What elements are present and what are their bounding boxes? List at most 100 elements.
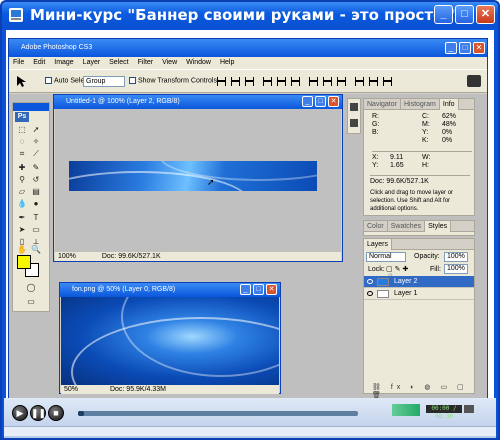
distribute-top-icon[interactable]	[309, 77, 318, 86]
zoom-tool-icon[interactable]: 🔍	[31, 245, 41, 255]
fill-label: Fill:	[430, 266, 441, 273]
menu-help[interactable]: Help	[220, 59, 234, 66]
visibility-eye-icon[interactable]	[367, 291, 373, 296]
ps-minimize-button[interactable]: _	[445, 42, 457, 54]
hand-tool-icon[interactable]: ✋	[17, 245, 27, 255]
menu-image[interactable]: Image	[54, 59, 73, 66]
photoshop-window: Adobe Photoshop CS3 _ □ ✕ File Edit Imag…	[8, 38, 488, 399]
photoshop-logo[interactable]: Ps	[15, 112, 29, 122]
history-brush-icon[interactable]: ↺	[31, 175, 41, 185]
menu-filter[interactable]: Filter	[138, 59, 154, 66]
menu-edit[interactable]: Edit	[33, 59, 45, 66]
menu-layer[interactable]: Layer	[83, 59, 101, 66]
doc-minimize-button[interactable]: _	[240, 284, 251, 295]
healing-brush-icon[interactable]: ✚	[17, 163, 27, 173]
tool-presets-icon[interactable]	[350, 119, 358, 127]
tab-color[interactable]: Color	[364, 221, 388, 232]
window-title: Мини-курс "Баннер своими руками - это пр…	[2, 2, 498, 28]
layer-thumbnail	[377, 278, 389, 286]
layer-row-layer1[interactable]: Layer 1	[364, 288, 474, 300]
tab-layers[interactable]: Layers	[364, 239, 393, 250]
gradient-tool-icon[interactable]: ▤	[31, 187, 41, 197]
close-button[interactable]: ✕	[476, 5, 495, 24]
menu-file[interactable]: File	[13, 59, 24, 66]
foreground-color-swatch[interactable]	[17, 255, 31, 269]
ps-maximize-button[interactable]: □	[459, 42, 471, 54]
tab-swatches[interactable]: Swatches	[388, 221, 426, 232]
tab-histogram[interactable]: Histogram	[401, 99, 440, 110]
layers-panel-tabs: Layers	[364, 239, 474, 250]
tab-navigator[interactable]: Navigator	[364, 99, 401, 110]
auto-select-dropdown[interactable]: Group	[83, 76, 125, 87]
doc-minimize-button[interactable]: _	[302, 96, 313, 107]
pen-tool-icon[interactable]: ✒	[17, 213, 27, 223]
canvas-area[interactable]: ➚	[55, 109, 341, 252]
minimize-button[interactable]: _	[434, 5, 453, 24]
doc-maximize-button[interactable]: □	[253, 284, 264, 295]
shape-tool-icon[interactable]: ▭	[31, 225, 41, 235]
blur-tool-icon[interactable]: 💧	[17, 199, 27, 209]
layers-panel: Layers Normal Opacity: 100% Lock: ▢✎✚🔒 F…	[363, 238, 475, 399]
tab-styles[interactable]: Styles	[425, 221, 452, 232]
align-top-icon[interactable]	[217, 77, 226, 86]
align-bottom-icon[interactable]	[245, 77, 254, 86]
menu-view[interactable]: View	[162, 59, 177, 66]
doc-close-button[interactable]: ✕	[328, 96, 339, 107]
quick-mask-icon[interactable]: ◯	[26, 283, 36, 293]
brushes-icon[interactable]	[350, 103, 358, 111]
dodge-tool-icon[interactable]: ●	[31, 199, 41, 209]
blend-mode-dropdown[interactable]: Normal	[366, 252, 406, 262]
brush-tool-icon[interactable]: ✎	[31, 163, 41, 173]
maximize-button[interactable]: □	[455, 5, 474, 24]
screen-mode-icon[interactable]: ▭	[26, 297, 36, 307]
opacity-input[interactable]: 100%	[444, 252, 468, 262]
zoom-level[interactable]: 50%	[64, 386, 78, 393]
pause-button[interactable]: ❚❚	[30, 405, 46, 421]
tab-info[interactable]: Info	[439, 99, 459, 110]
show-transform-checkbox[interactable]: Show Transform Controls	[129, 77, 217, 84]
distribute-bottom-icon[interactable]	[337, 77, 346, 86]
slice-tool-icon[interactable]: ⟋	[31, 149, 41, 159]
zoom-level[interactable]: 100%	[58, 253, 76, 260]
ps-close-button[interactable]: ✕	[473, 42, 485, 54]
distribute-hcenter-icon[interactable]	[369, 77, 378, 86]
distribute-vcenter-icon[interactable]	[323, 77, 332, 86]
layer-row-layer2[interactable]: Layer 2	[364, 276, 474, 288]
align-left-icon[interactable]	[263, 77, 272, 86]
eraser-tool-icon[interactable]: ▱	[17, 187, 27, 197]
path-selection-icon[interactable]: ➤	[17, 225, 27, 235]
distribute-left-icon[interactable]	[355, 77, 364, 86]
lasso-tool-icon[interactable]: ◌	[17, 137, 27, 147]
opacity-label: Opacity:	[414, 253, 440, 260]
align-vcenter-icon[interactable]	[231, 77, 240, 86]
seek-bar[interactable]	[78, 411, 358, 416]
move-tool-icon[interactable]	[15, 75, 29, 89]
fill-input[interactable]: 100%	[444, 264, 468, 274]
status-bar: 100% Doc: 99.6K/527.1K	[55, 252, 341, 261]
toolbox-titlebar	[13, 103, 49, 111]
banner-canvas[interactable]	[69, 161, 317, 191]
distribute-right-icon[interactable]	[383, 77, 392, 86]
move-tool-icon[interactable]: ➚	[31, 125, 41, 135]
magic-wand-icon[interactable]: ✧	[31, 137, 41, 147]
doc-maximize-button[interactable]: □	[315, 96, 326, 107]
clone-stamp-icon[interactable]: ⚲	[17, 175, 27, 185]
marquee-tool-icon[interactable]: ⬚	[17, 125, 27, 135]
bridge-icon[interactable]	[467, 75, 481, 87]
align-hcenter-icon[interactable]	[277, 77, 286, 86]
lock-icons[interactable]: ▢✎✚🔒	[386, 265, 416, 281]
doc-close-button[interactable]: ✕	[266, 284, 277, 295]
crop-tool-icon[interactable]: ⌗	[17, 149, 27, 159]
type-tool-icon[interactable]: T	[31, 213, 41, 223]
visibility-eye-icon[interactable]	[367, 279, 373, 284]
fullscreen-icon[interactable]	[464, 405, 474, 413]
menu-window[interactable]: Window	[186, 59, 211, 66]
play-button[interactable]: ▶	[12, 405, 28, 421]
volume-slider[interactable]	[392, 404, 420, 416]
align-right-icon[interactable]	[291, 77, 300, 86]
menu-select[interactable]: Select	[109, 59, 128, 66]
image-canvas[interactable]	[61, 297, 279, 385]
stop-button[interactable]: ■	[48, 405, 64, 421]
info-panel-tabs: Navigator Histogram Info	[364, 99, 474, 110]
layer-actions-bar[interactable]: ⛓ fx ◐ ◍ ▭ ▢ 🗑	[372, 383, 472, 399]
